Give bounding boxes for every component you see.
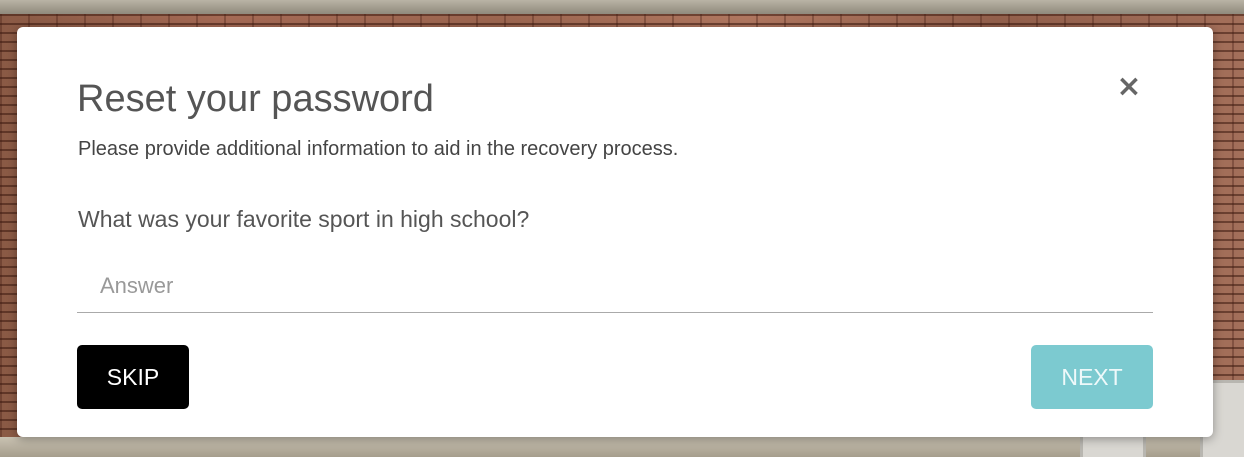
close-icon: × <box>1116 69 1142 104</box>
background-beam <box>0 0 1244 14</box>
answer-input[interactable] <box>77 259 1153 313</box>
close-button[interactable]: × <box>1115 72 1143 102</box>
dialog-subtitle: Please provide additional information to… <box>78 138 679 160</box>
next-button[interactable]: NEXT <box>1031 345 1153 409</box>
skip-button[interactable]: SKIP <box>77 345 189 409</box>
reset-password-dialog: Reset your password × Please provide add… <box>17 27 1213 437</box>
security-question: What was your favorite sport in high sch… <box>78 206 530 232</box>
background-beam <box>0 437 1244 457</box>
dialog-title: Reset your password <box>77 78 434 120</box>
